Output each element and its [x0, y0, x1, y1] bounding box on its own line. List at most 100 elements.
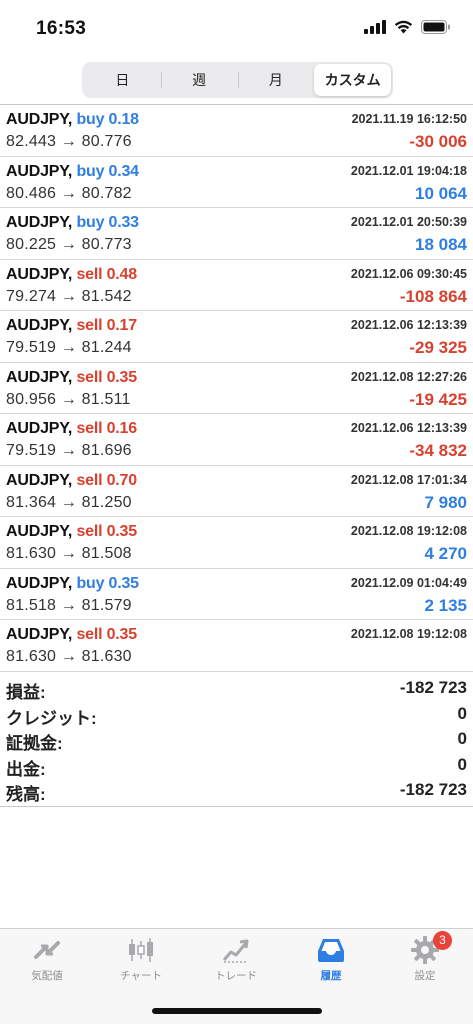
home-indicator	[152, 1008, 322, 1014]
deal-row[interactable]: AUDJPY, sell 0.35 80.956 → 81.511 2021.12.…	[0, 363, 473, 414]
summary-row: クレジット: 0	[0, 702, 473, 728]
deal-symbol: AUDJPY,	[6, 471, 73, 489]
tabbar-item-history[interactable]: 履歴	[284, 935, 378, 991]
deal-symbol: AUDJPY,	[6, 368, 73, 386]
trade-chart-icon	[221, 935, 251, 965]
deal-title: AUDJPY, buy 0.18	[6, 111, 139, 129]
settings-badge: 3	[433, 931, 452, 950]
summary-label: 損益:	[6, 683, 46, 702]
deal-action: sell 0.70	[76, 471, 137, 489]
deal-row[interactable]: AUDJPY, sell 0.16 79.519 → 81.696 2021.12.…	[0, 414, 473, 466]
deal-prices: 81.364 → 81.250	[6, 493, 132, 511]
deal-row[interactable]: AUDJPY, sell 0.17 79.519 → 81.244 2021.12.…	[0, 311, 473, 363]
cellular-signal-icon	[364, 20, 386, 34]
summary-value: 0	[457, 754, 467, 774]
deal-symbol: AUDJPY,	[6, 420, 73, 437]
deal-row[interactable]: AUDJPY, buy 0.33 80.225 → 80.773 2021.12.0…	[0, 208, 473, 260]
deal-action: buy 0.34	[76, 162, 139, 180]
deal-row[interactable]: AUDJPY, buy 0.34 80.486 → 80.782 2021.12.0…	[0, 157, 473, 208]
period-segmented-control: 日 週 月 カスタム	[82, 62, 393, 98]
summary-value: -182 723	[399, 780, 467, 799]
tabbar-label-quotes: 気配値	[31, 970, 63, 982]
deal-prices: 82.443 → 80.776	[6, 133, 132, 150]
deal-prices: 81.630 → 81.508	[6, 545, 132, 562]
deal-symbol: AUDJPY,	[6, 626, 73, 643]
summary-row: 残高: -182 723	[0, 778, 473, 804]
deal-profit: 18 084	[415, 235, 467, 254]
summary-divider	[0, 806, 473, 807]
summary-label: 残高:	[6, 785, 46, 804]
deal-title: AUDJPY, sell 0.70	[6, 472, 137, 490]
deal-symbol: AUDJPY,	[6, 162, 73, 180]
deal-datetime: 2021.12.08 12:27:26	[350, 369, 467, 384]
deal-row[interactable]: AUDJPY, buy 0.35 81.518 → 81.579 2021.12.0…	[0, 569, 473, 620]
deal-title: AUDJPY, sell 0.35	[6, 626, 137, 644]
tabbar-item-chart[interactable]: チャート	[94, 935, 188, 991]
deal-title: AUDJPY, sell 0.35	[6, 369, 137, 387]
status-bar: 16:53	[0, 0, 473, 56]
tab-week[interactable]: 週	[160, 64, 238, 96]
deal-datetime: 2021.12.08 19:12:08	[350, 627, 467, 641]
deal-profit: -34 832	[409, 441, 467, 460]
deal-prices: 79.519 → 81.696	[6, 442, 132, 459]
deal-profit: 2 135	[424, 595, 467, 615]
deal-prices: 79.274 → 81.542	[6, 287, 132, 305]
deal-symbol: AUDJPY,	[6, 523, 73, 540]
deal-profit: -29 325	[409, 338, 467, 357]
tabbar-item-quotes[interactable]: 気配値	[0, 935, 94, 991]
summary-section: 損益: -182 723 クレジット: 0 証拠金: 0 出金: 0 残高: -182 723	[0, 676, 473, 804]
deal-title: AUDJPY, buy 0.33	[6, 214, 139, 232]
tabbar-item-trade[interactable]: トレード	[189, 935, 283, 991]
tab-day[interactable]: 日	[84, 64, 161, 96]
deal-row[interactable]: AUDJPY, sell 0.35 81.630 → 81.508 2021.12.…	[0, 517, 473, 569]
deal-profit: -30 006	[409, 132, 467, 151]
summary-row: 証拠金: 0	[0, 727, 473, 753]
deal-row[interactable]: AUDJPY, sell 0.48 79.274 → 81.542 2021.12.…	[0, 260, 473, 311]
deal-prices: 81.630 → 81.630	[6, 648, 132, 665]
deal-symbol: AUDJPY,	[6, 317, 73, 334]
deal-prices: 80.956 → 81.511	[6, 390, 131, 408]
tabbar-label-history: 履歴	[320, 970, 342, 982]
summary-row: 出金: 0	[0, 753, 473, 779]
deal-prices: 79.519 → 81.244	[6, 339, 132, 356]
deal-symbol: AUDJPY,	[6, 111, 73, 128]
tabbar-item-settings[interactable]: 3 設定	[378, 931, 472, 991]
quotes-arrows-icon	[32, 935, 62, 965]
deal-row[interactable]: AUDJPY, buy 0.18 82.443 → 80.776 2021.11.1…	[0, 105, 473, 157]
wifi-icon	[394, 20, 413, 34]
candlestick-chart-icon	[126, 935, 156, 965]
deal-datetime: 2021.12.09 01:04:49	[350, 575, 467, 590]
deal-title: AUDJPY, buy 0.34	[6, 163, 139, 181]
deal-title: AUDJPY, buy 0.35	[6, 575, 139, 593]
deal-row[interactable]: AUDJPY, sell 0.70 81.364 → 81.250 2021.12.…	[0, 466, 473, 517]
tab-custom[interactable]: カスタム	[314, 64, 391, 96]
gear-icon: 3	[410, 931, 452, 965]
deal-row[interactable]: AUDJPY, sell 0.35 81.630 → 81.630 2021.12.…	[0, 620, 473, 672]
deal-datetime: 2021.12.06 12:13:39	[350, 318, 467, 332]
tab-month[interactable]: 月	[237, 64, 315, 96]
deal-profit: 4 270	[424, 544, 467, 563]
summary-label: 証拠金:	[6, 734, 63, 753]
deal-prices: 80.486 → 80.782	[6, 184, 132, 202]
deal-profit: -108 864	[399, 286, 467, 306]
battery-icon	[421, 20, 450, 34]
status-icons	[364, 20, 451, 34]
deal-action: sell 0.35	[76, 626, 137, 643]
deal-title: AUDJPY, sell 0.35	[6, 523, 137, 541]
deal-profit: -19 425	[409, 389, 467, 409]
deal-title: AUDJPY, sell 0.48	[6, 266, 137, 284]
tabbar-label-settings: 設定	[414, 970, 436, 982]
deal-action: buy 0.33	[76, 214, 139, 231]
deal-symbol: AUDJPY,	[6, 265, 73, 283]
deal-symbol: AUDJPY,	[6, 214, 73, 231]
deal-datetime: 2021.12.06 09:30:45	[350, 266, 467, 281]
summary-value: -182 723	[399, 678, 467, 697]
deal-datetime: 2021.12.01 20:50:39	[350, 215, 467, 229]
deal-action: sell 0.35	[76, 368, 137, 386]
summary-value: 0	[457, 703, 467, 723]
deal-action: buy 0.18	[76, 111, 139, 128]
summary-value: 0	[457, 729, 467, 748]
status-time: 16:53	[36, 18, 87, 39]
deal-datetime: 2021.12.01 19:04:18	[350, 163, 467, 178]
deal-title: AUDJPY, sell 0.16	[6, 420, 137, 438]
